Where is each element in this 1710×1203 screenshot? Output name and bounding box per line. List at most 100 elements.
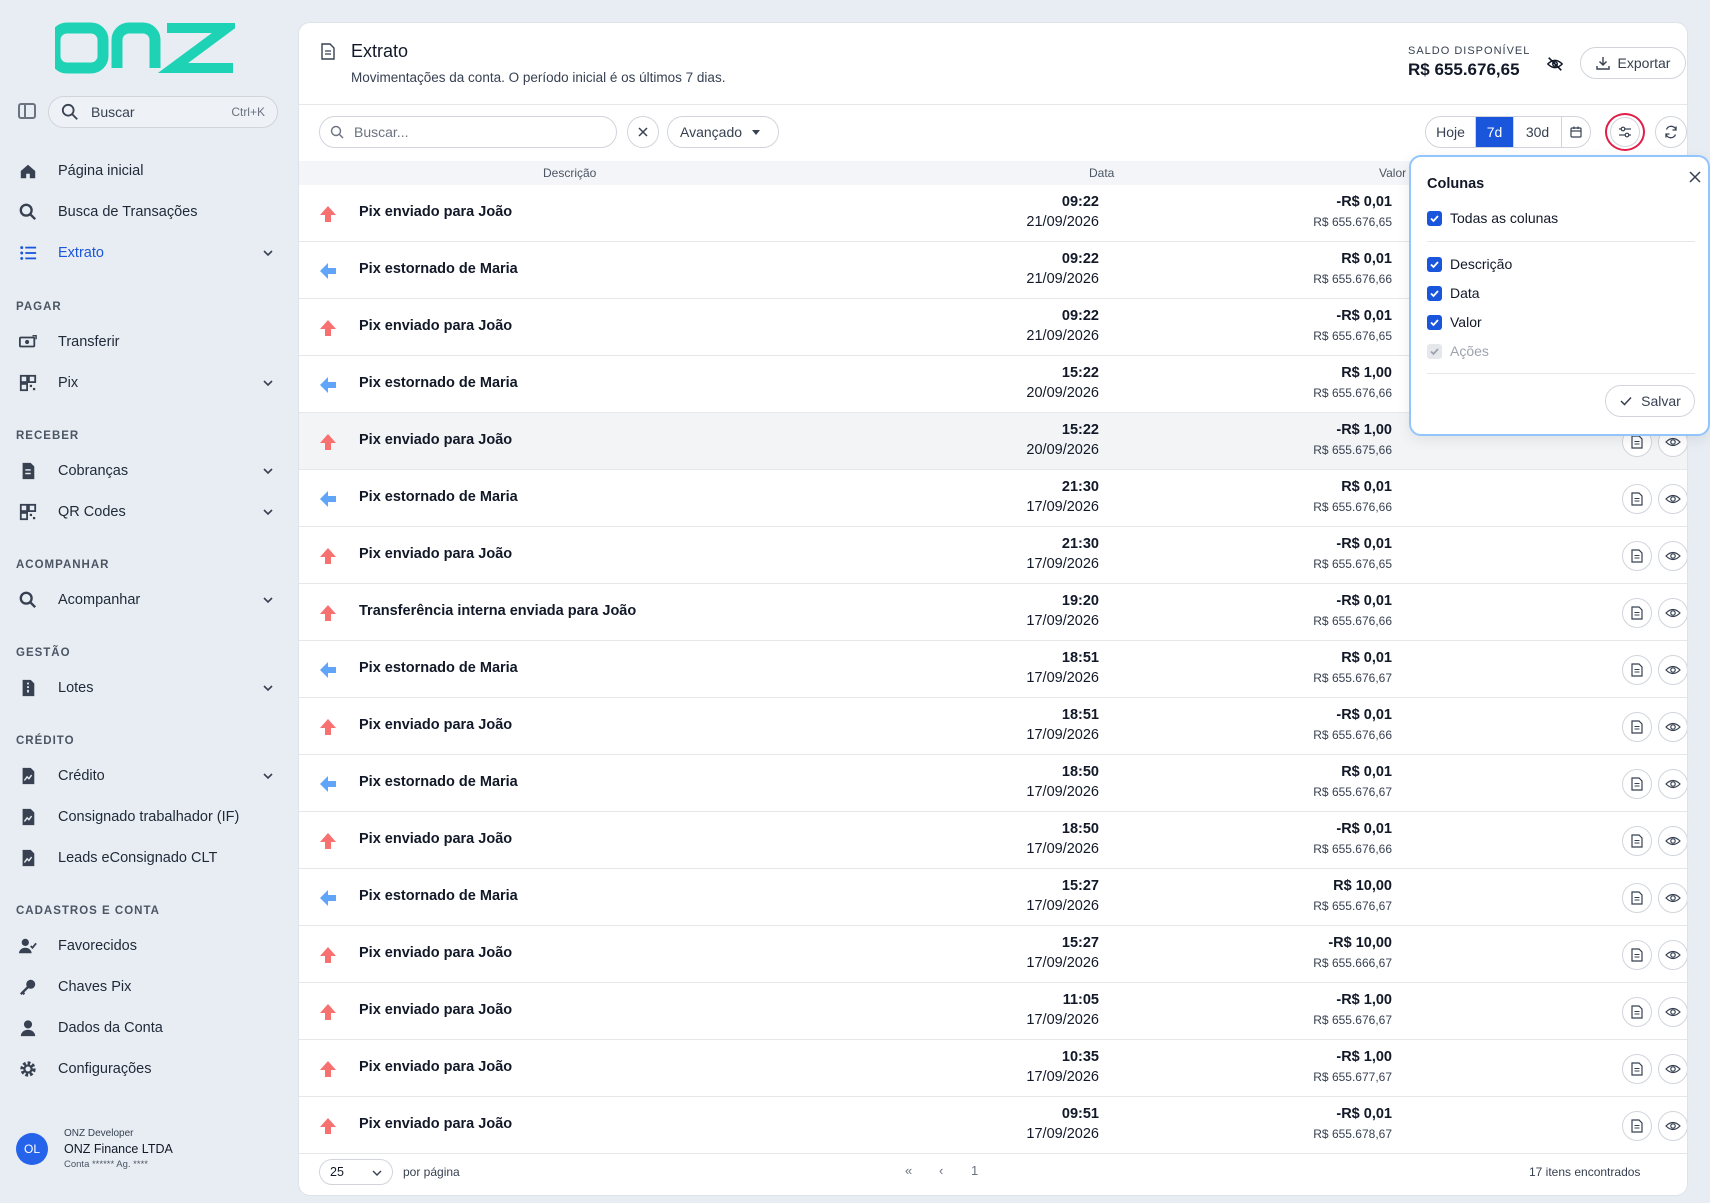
transaction-time: 15:22 [1061, 365, 1099, 381]
view-details-button[interactable] [1658, 712, 1687, 742]
view-details-button[interactable] [1658, 1054, 1687, 1084]
sidebar-item-credito[interactable]: Crédito [8, 758, 284, 794]
receipt-button[interactable] [1622, 1054, 1652, 1084]
view-details-button[interactable] [1658, 997, 1687, 1027]
view-details-button[interactable] [1658, 769, 1687, 799]
user-profile[interactable]: OL ONZ Developer ONZ Finance LTDA Conta … [16, 1128, 173, 1170]
sidebar-item-consignado[interactable]: Consignado trabalhador (IF) [8, 799, 284, 835]
columns-settings-button[interactable] [1605, 113, 1645, 151]
table-row[interactable]: Pix enviado para João 10:35 17/09/2026 -R$ … [299, 1040, 1687, 1097]
eye-off-icon[interactable] [1546, 55, 1564, 73]
first-page-button[interactable]: « [905, 1163, 912, 1178]
sidebar-item-dados-conta[interactable]: Dados da Conta [8, 1010, 284, 1046]
search-input[interactable]: Buscar... [319, 116, 617, 148]
sidebar-item-favorecidos[interactable]: Favorecidos [8, 928, 284, 964]
table-row[interactable]: Pix estornado de Maria 15:27 17/09/2026 R$ … [299, 869, 1687, 926]
table-row[interactable]: Pix estornado de Maria 18:50 17/09/2026 R$ … [299, 755, 1687, 812]
period-today[interactable]: Hoje [1426, 117, 1476, 147]
prev-page-button[interactable]: ‹ [939, 1163, 943, 1178]
clear-search-button[interactable] [627, 116, 659, 148]
transaction-date: 21/09/2026 [1026, 271, 1099, 287]
receipt-button[interactable] [1622, 883, 1652, 913]
table-row[interactable]: Pix enviado para João 18:51 17/09/2026 -R$ … [299, 698, 1687, 755]
column-header-data[interactable]: Data [1089, 166, 1114, 180]
view-details-button[interactable] [1658, 655, 1687, 685]
view-details-button[interactable] [1658, 1111, 1687, 1141]
receipt-button[interactable] [1622, 826, 1652, 856]
export-button[interactable]: Exportar [1580, 47, 1686, 79]
view-details-button[interactable] [1658, 598, 1687, 628]
checkbox-valor[interactable]: Valor [1427, 314, 1482, 330]
transaction-time: 18:50 [1061, 821, 1099, 837]
sidebar-item-acompanhar[interactable]: Acompanhar [8, 582, 284, 618]
close-icon[interactable] [1687, 169, 1703, 185]
table-row[interactable]: Transferência interna enviada para João 1… [299, 584, 1687, 641]
transaction-balance: R$ 655.676,67 [1313, 785, 1392, 799]
sidebar-toggle-icon[interactable] [18, 103, 36, 119]
table-row[interactable]: Pix estornado de Maria 21:30 17/09/2026 R$ … [299, 470, 1687, 527]
checkbox-all-columns[interactable]: Todas as colunas [1427, 210, 1558, 226]
sidebar-item-chaves-pix[interactable]: Chaves Pix [8, 969, 284, 1005]
checkbox-data[interactable]: Data [1427, 285, 1480, 301]
sidebar-item-pix[interactable]: Pix [8, 365, 284, 401]
sidebar-item-qr-codes[interactable]: QR Codes [8, 494, 284, 530]
sidebar-item-leads[interactable]: Leads eConsignado CLT [8, 840, 284, 876]
receipt-button[interactable] [1622, 541, 1652, 571]
sidebar-item-extrato[interactable]: Extrato [8, 235, 284, 271]
page-number[interactable]: 1 [971, 1163, 978, 1178]
sidebar-item-cobrancas[interactable]: Cobranças [8, 453, 284, 489]
sidebar-item-busca-transacoes[interactable]: Busca de Transações [8, 194, 284, 230]
transaction-value: R$ 1,00 [1341, 365, 1392, 381]
view-details-button[interactable] [1658, 883, 1687, 913]
view-details-button[interactable] [1658, 826, 1687, 856]
view-details-button[interactable] [1658, 940, 1687, 970]
calendar-button[interactable] [1562, 117, 1590, 147]
view-details-button[interactable] [1658, 484, 1687, 514]
table-row[interactable]: Pix enviado para João 15:27 17/09/2026 -R$ … [299, 926, 1687, 983]
table-row[interactable]: Pix enviado para João 11:05 17/09/2026 -R$ … [299, 983, 1687, 1040]
divider [1427, 373, 1695, 374]
transaction-description: Pix enviado para João [359, 831, 513, 847]
transaction-date: 17/09/2026 [1026, 556, 1099, 572]
arrow-up-icon [320, 1004, 336, 1020]
receipt-button[interactable] [1622, 997, 1652, 1027]
advanced-filter-dropdown[interactable]: Avançado [667, 116, 779, 148]
table-row[interactable]: Pix estornado de Maria 18:51 17/09/2026 R$ … [299, 641, 1687, 698]
receipt-button[interactable] [1622, 655, 1652, 685]
receipt-button[interactable] [1622, 940, 1652, 970]
sidebar-search[interactable]: Buscar Ctrl+K [48, 96, 278, 128]
per-page-select[interactable]: 25 [319, 1159, 393, 1185]
receipt-button[interactable] [1622, 712, 1652, 742]
table-row[interactable]: Pix enviado para João 09:51 17/09/2026 -R$ … [299, 1097, 1687, 1154]
sidebar-item-configuracoes[interactable]: Configurações [8, 1051, 284, 1087]
onz-logo[interactable] [55, 22, 235, 74]
items-found: 17 itens encontrados [1529, 1165, 1641, 1179]
period-30d[interactable]: 30d [1514, 117, 1562, 147]
column-header-valor[interactable]: Valor [1379, 166, 1406, 180]
document-icon [321, 43, 335, 60]
document-icon [1631, 606, 1643, 620]
transaction-description: Pix enviado para João [359, 945, 513, 961]
column-header-descricao[interactable]: Descrição [543, 166, 596, 180]
transaction-time: 15:27 [1061, 878, 1099, 894]
table-row[interactable]: Pix enviado para João 18:50 17/09/2026 -R$ … [299, 812, 1687, 869]
sidebar-item-pagina-inicial[interactable]: Página inicial [8, 153, 284, 189]
document-icon [1631, 1119, 1643, 1133]
view-details-button[interactable] [1658, 541, 1687, 571]
receipt-button[interactable] [1622, 598, 1652, 628]
user-check-icon [18, 936, 38, 956]
receipt-button[interactable] [1622, 484, 1652, 514]
transaction-balance: R$ 655.676,66 [1313, 728, 1392, 742]
eye-icon [1665, 1064, 1681, 1074]
period-7d[interactable]: 7d [1476, 117, 1514, 147]
save-button[interactable]: Salvar [1605, 385, 1695, 417]
receipt-button[interactable] [1622, 769, 1652, 799]
sidebar-item-lotes[interactable]: Lotes [8, 670, 284, 706]
receipt-button[interactable] [1622, 1111, 1652, 1141]
user-account: Conta ****** Ag. **** [64, 1159, 148, 1170]
checkbox-descricao[interactable]: Descrição [1427, 256, 1512, 272]
sidebar-item-transferir[interactable]: Transferir [8, 324, 284, 360]
refresh-button[interactable] [1655, 116, 1687, 148]
check-icon [1427, 314, 1442, 330]
table-row[interactable]: Pix enviado para João 21:30 17/09/2026 -R$ … [299, 527, 1687, 584]
